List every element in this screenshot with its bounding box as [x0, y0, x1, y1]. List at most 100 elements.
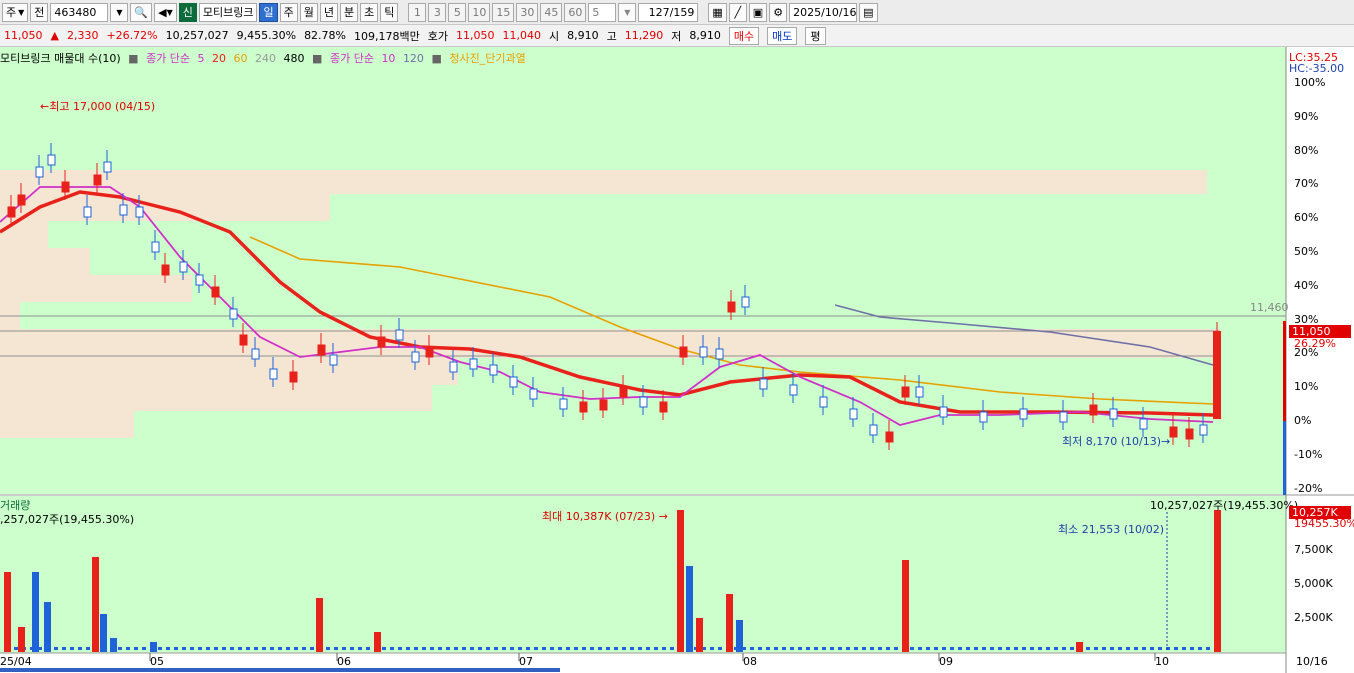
preset-3[interactable]: 3 [428, 2, 447, 22]
candlestick [901, 386, 910, 398]
chart-legend: 모티브링크 매물대 수(10) ■ 종가 단순 5 20 60 240 480 … [0, 50, 530, 66]
candlestick [61, 181, 70, 193]
period-sec[interactable]: 초 [360, 2, 379, 22]
period-day[interactable]: 일 [259, 2, 278, 22]
preset-10[interactable]: 10 [468, 2, 491, 22]
candlestick [939, 406, 948, 418]
price-axis-tick: -10% [1294, 447, 1323, 461]
candlestick [377, 336, 386, 348]
settings-button[interactable]: ⚙ [769, 2, 788, 22]
date-input[interactable]: 2025/10/16 [789, 2, 858, 22]
volume-bar-base [422, 647, 426, 650]
high-label: 고 [606, 29, 617, 43]
lc-bar [1283, 321, 1286, 421]
volume-axis-tick: 5,000K [1294, 577, 1333, 590]
volume-bar-base [862, 647, 866, 650]
dropdown-arrow-icon: ▼ [18, 7, 25, 17]
volume-bar-base [822, 647, 826, 650]
period-min[interactable]: 분 [339, 2, 359, 22]
volume-bar [1214, 510, 1221, 652]
draw-button[interactable]: ╱ [728, 2, 747, 22]
volume-bar-base [814, 647, 818, 650]
volume-bar-base [718, 647, 722, 650]
candlestick [639, 396, 648, 408]
volume-bar-base [246, 647, 250, 650]
volume-bar-base [614, 647, 618, 650]
candlestick [489, 364, 498, 376]
volume-bar-base [1206, 647, 1210, 650]
grid-button[interactable]: ▦ [708, 2, 727, 22]
high-annotation: ←최고 17,000 (04/15) [40, 100, 156, 113]
date-axis-tick: 10 [1155, 655, 1169, 668]
candlestick [599, 399, 608, 411]
candlestick [819, 396, 828, 408]
price-change-pct: +26.72% [106, 29, 158, 42]
preset-30[interactable]: 30 [516, 2, 539, 22]
volume-bar-base [502, 647, 506, 650]
count-dropdown[interactable]: ▼ [618, 2, 637, 22]
candlestick [449, 361, 458, 373]
volume-bar-base [222, 647, 226, 650]
eval-button[interactable]: 평 [805, 26, 826, 45]
hc-label: HC:-35.00 [1289, 62, 1345, 75]
search-button[interactable]: 🔍 [130, 2, 153, 22]
calendar-button[interactable]: ▤ [859, 2, 878, 22]
volume-bar-base [446, 647, 450, 650]
volume-bar-base [254, 647, 258, 650]
volume-bar-base [1158, 647, 1162, 650]
legend-sep-icon: ■ [128, 52, 139, 65]
preset-60[interactable]: 60 [564, 2, 587, 22]
preset-15[interactable]: 15 [492, 2, 515, 22]
preset-1[interactable]: 1 [408, 2, 427, 22]
volume-bar-base [1006, 647, 1010, 650]
volume-bar-base [486, 647, 490, 650]
volume-bar-base [910, 647, 914, 650]
volume-bar [32, 572, 39, 652]
volume-bar-base [830, 647, 834, 650]
candlestick [161, 264, 170, 276]
volume-bar-base [710, 647, 714, 650]
volume-bar-base [790, 647, 794, 650]
vol-header-right: 10,257,027주(19,455.30%) [1150, 499, 1299, 512]
buy-button[interactable]: 매수 [728, 26, 760, 45]
candlestick [1089, 404, 1098, 416]
volume-bar-base [62, 647, 66, 650]
preset-45[interactable]: 45 [540, 2, 563, 22]
save-button[interactable]: ▣ [748, 2, 768, 22]
period-week[interactable]: 주 [279, 2, 298, 22]
period-month[interactable]: 월 [299, 2, 318, 22]
count-input[interactable]: 5 [588, 2, 617, 22]
market-select[interactable]: 주 ▼ [2, 2, 29, 22]
candlestick [1169, 426, 1178, 438]
code-dropdown[interactable]: ▼ [110, 2, 129, 22]
candlestick [885, 431, 894, 443]
stock-name[interactable]: 모티브링크 [198, 2, 258, 22]
prev-button[interactable]: 전 [30, 2, 49, 22]
volume-bar-base [942, 647, 946, 650]
candlestick [529, 388, 538, 400]
volume-bar-base [230, 647, 234, 650]
candlestick [103, 161, 112, 173]
volume-bar-base [854, 647, 858, 650]
legend-sma-20: 20 [212, 52, 227, 65]
stock-code-input[interactable]: 463480 [50, 2, 109, 22]
candlestick [915, 386, 924, 398]
hoga-label: 호가 [427, 29, 448, 43]
calendar-icon: ▤ [863, 5, 874, 19]
legend-sma-label: 종가 단순 [146, 52, 191, 65]
preset-5[interactable]: 5 [448, 2, 467, 22]
candlestick [411, 351, 420, 363]
sound-button[interactable]: ◀ ▼ [154, 2, 177, 22]
price-chart[interactable] [0, 47, 1354, 673]
period-year[interactable]: 년 [319, 2, 338, 22]
candlestick [395, 329, 404, 341]
volume-bar-base [390, 647, 394, 650]
price-axis-tick: 0% [1294, 414, 1312, 427]
candlestick [47, 154, 56, 166]
candlestick [83, 206, 92, 218]
period-tick[interactable]: 틱 [380, 2, 399, 22]
sell-button[interactable]: 매도 [767, 26, 798, 45]
volume-bar-base [510, 647, 514, 650]
volume-bar-base [1134, 647, 1138, 650]
volume-bar-base [1046, 647, 1050, 650]
